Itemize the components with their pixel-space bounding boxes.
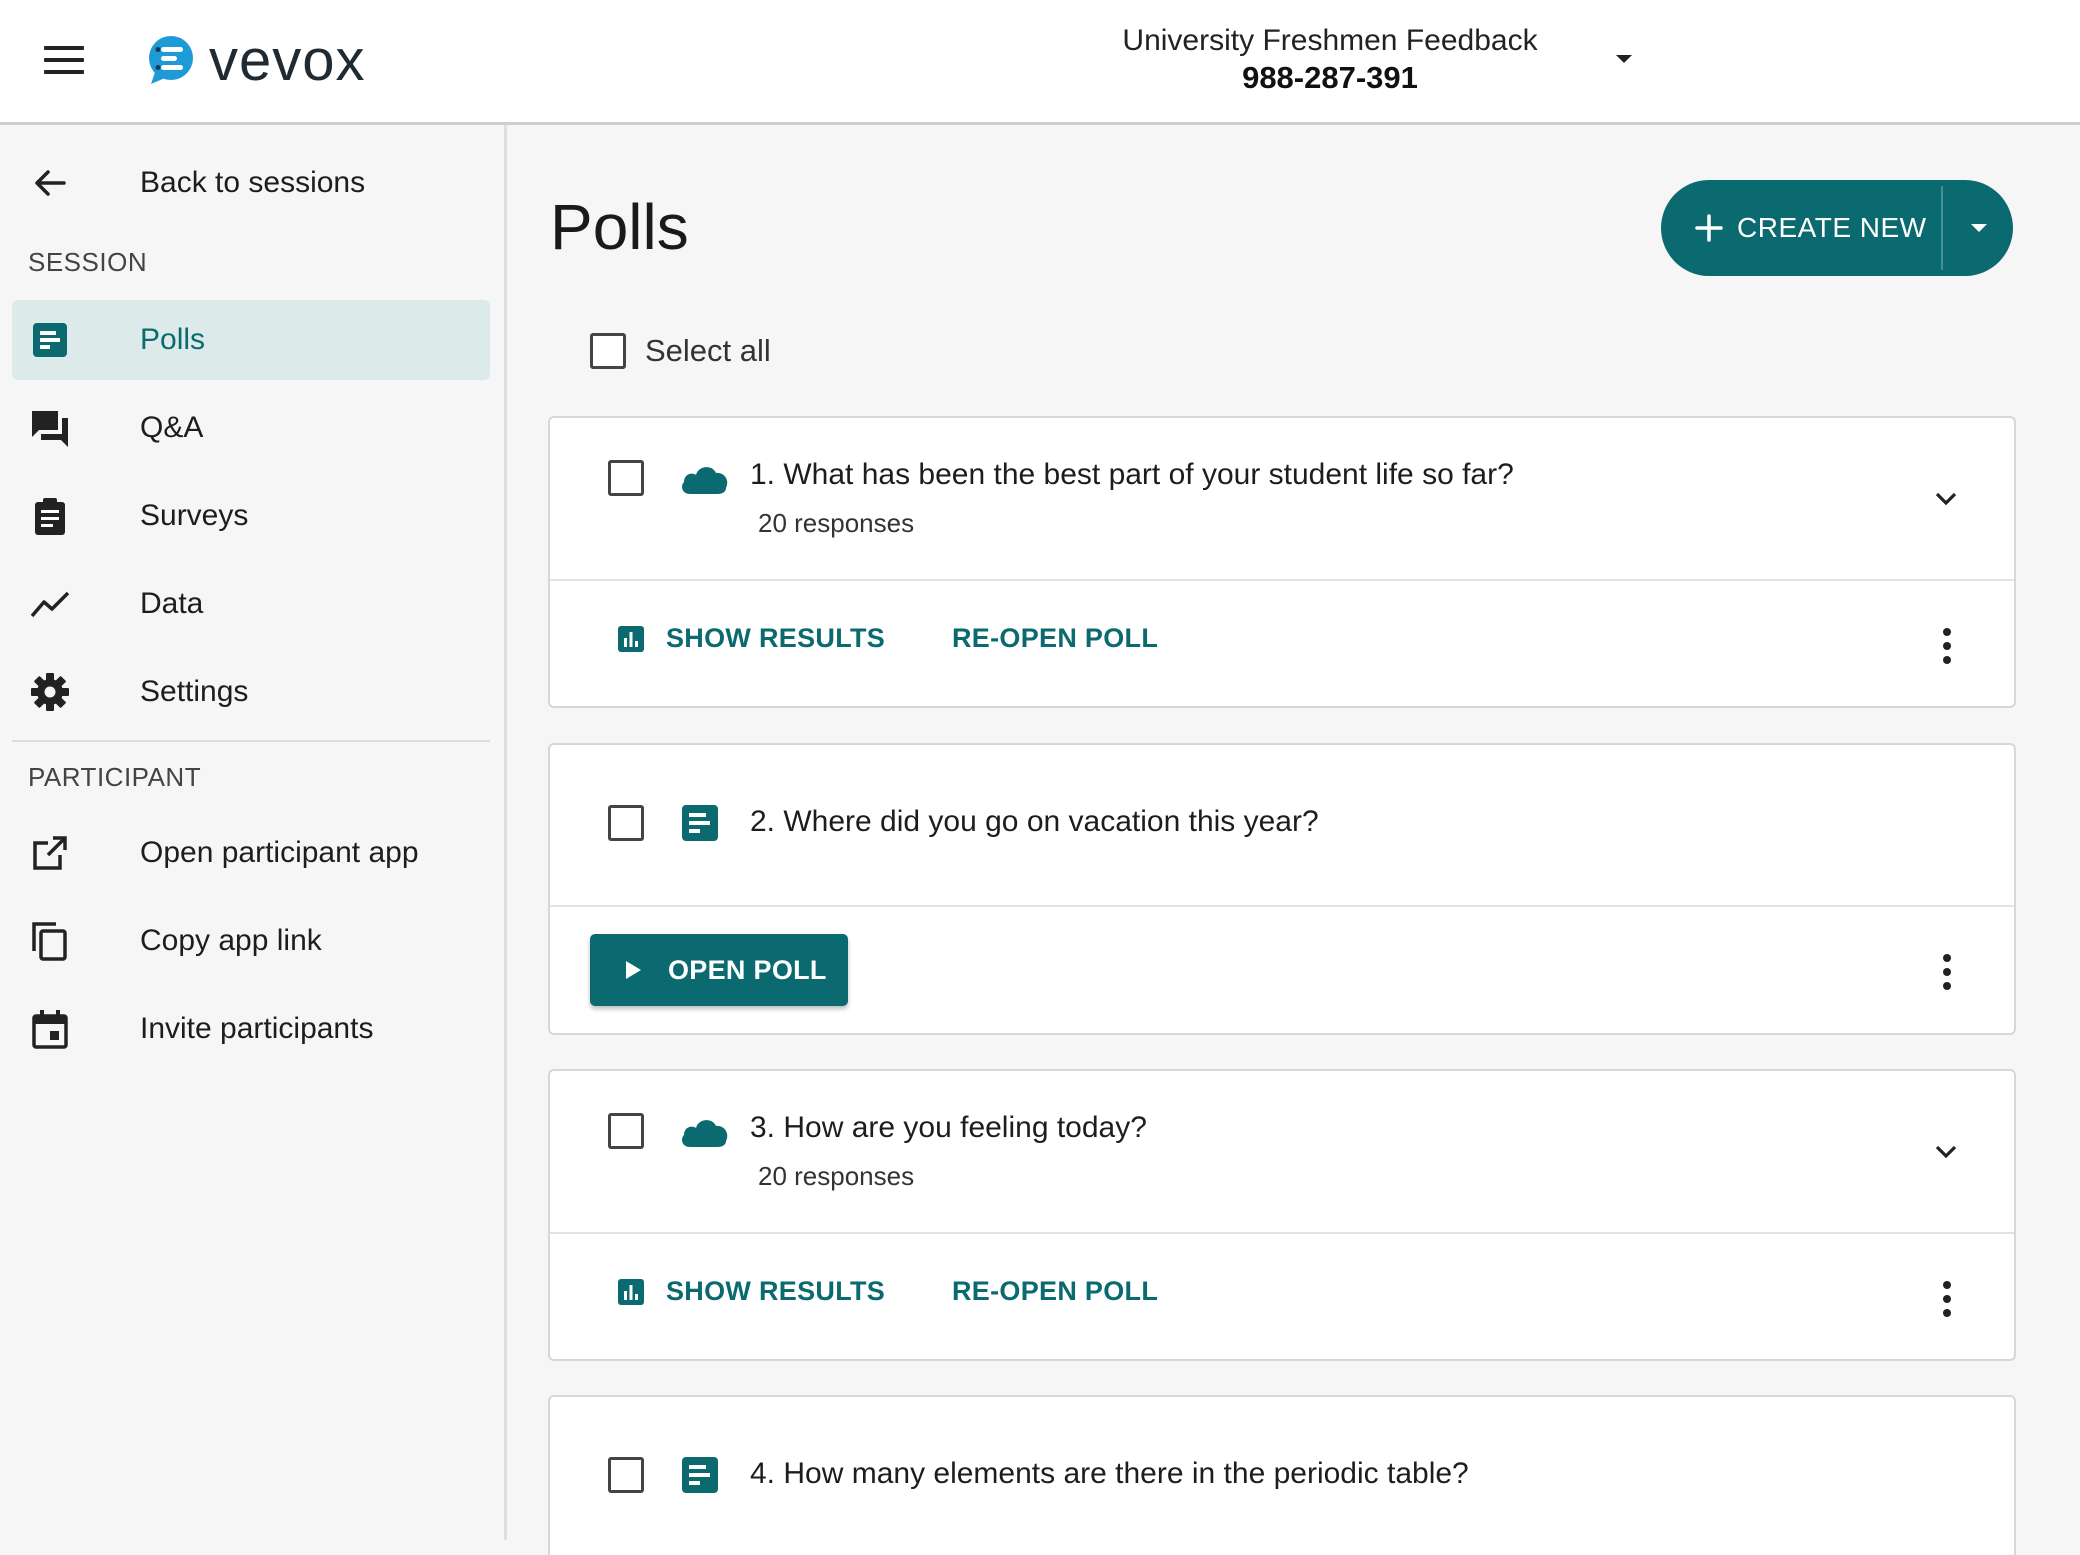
sidebar-item-invite-participants[interactable]: Invite participants [12, 989, 490, 1069]
sidebar-item-qa[interactable]: Q&A [12, 388, 490, 468]
select-all-checkbox[interactable] [590, 333, 626, 369]
bar-chart-icon [618, 625, 644, 652]
session-title: University Freshmen Feedback [1122, 24, 1538, 57]
sidebar: Back to sessions SESSION Polls Q&A Surve… [0, 125, 507, 1540]
create-new-button[interactable]: CREATE NEW [1661, 180, 2013, 276]
create-new-dropdown-toggle[interactable] [1943, 180, 2013, 276]
open-poll-label: OPEN POLL [668, 954, 827, 985]
poll-card: 3. How are you feeling today? 20 respons… [548, 1069, 2016, 1361]
card-divider [550, 579, 2014, 581]
show-results-button[interactable]: SHOW RESULTS [618, 623, 885, 654]
gear-icon [31, 673, 69, 711]
menu-icon[interactable] [44, 46, 84, 76]
poll-checkbox[interactable] [608, 1457, 644, 1493]
sidebar-item-polls[interactable]: Polls [12, 300, 490, 380]
poll-card: 1. What has been the best part of your s… [548, 416, 2016, 708]
sidebar-item-label: Data [140, 587, 204, 620]
poll-title: 4. How many elements are there in the pe… [750, 1457, 1469, 1490]
sidebar-item-settings[interactable]: Settings [12, 652, 490, 732]
poll-title: 1. What has been the best part of your s… [750, 458, 1514, 491]
external-link-icon [33, 836, 67, 870]
text-poll-icon [682, 1457, 718, 1493]
copy-icon [32, 922, 67, 961]
sidebar-item-label: Surveys [140, 499, 249, 532]
more-options-icon[interactable] [1942, 1281, 1952, 1317]
section-label-session: SESSION [28, 247, 148, 277]
polls-icon [33, 323, 67, 357]
create-new-main[interactable]: CREATE NEW [1661, 180, 1941, 276]
calendar-icon [32, 1010, 68, 1049]
arrow-left-icon [35, 170, 66, 196]
poll-checkbox[interactable] [608, 1113, 644, 1149]
reopen-poll-button[interactable]: RE-OPEN POLL [952, 1276, 1158, 1307]
poll-checkbox[interactable] [608, 805, 644, 841]
sidebar-item-label: Open participant app [140, 836, 419, 869]
reopen-poll-label: RE-OPEN POLL [952, 1276, 1159, 1306]
reopen-poll-button[interactable]: RE-OPEN POLL [952, 623, 1158, 654]
sidebar-item-label: Copy app link [140, 924, 322, 957]
vevox-logo-icon [149, 36, 193, 84]
trend-icon [30, 591, 70, 618]
logo-wordmark: vevox [209, 27, 366, 93]
sidebar-item-surveys[interactable]: Surveys [12, 476, 490, 556]
chevron-down-icon[interactable] [1933, 1139, 1959, 1165]
select-all-label: Select all [645, 333, 771, 368]
poll-checkbox[interactable] [608, 460, 644, 496]
cloud-icon [682, 1120, 728, 1147]
poll-title: 2. Where did you go on vacation this yea… [750, 805, 1319, 838]
bar-chart-icon [618, 1278, 644, 1305]
session-code: 988-287-391 [1242, 60, 1418, 95]
poll-card: 2. Where did you go on vacation this yea… [548, 743, 2016, 1035]
sidebar-divider [12, 740, 490, 742]
cloud-icon [682, 467, 728, 494]
sidebar-item-open-participant-app[interactable]: Open participant app [12, 813, 490, 893]
back-to-sessions-link[interactable]: Back to sessions [12, 143, 490, 223]
open-poll-button[interactable]: OPEN POLL [590, 934, 848, 1006]
session-switcher[interactable]: University Freshmen Feedback 988-287-391 [1080, 22, 1660, 102]
poll-responses: 20 responses [758, 508, 915, 538]
sidebar-item-label: Settings [140, 675, 249, 708]
show-results-label: SHOW RESULTS [666, 1276, 886, 1306]
vevox-logo[interactable]: vevox [145, 28, 366, 93]
create-new-label: CREATE NEW [1737, 212, 1927, 243]
poll-responses: 20 responses [758, 1161, 915, 1191]
sidebar-item-data[interactable]: Data [12, 564, 490, 644]
text-poll-icon [682, 805, 718, 841]
qa-icon [32, 411, 68, 447]
poll-title: 3. How are you feeling today? [750, 1111, 1147, 1144]
plus-icon [1695, 214, 1723, 242]
back-label: Back to sessions [140, 166, 366, 199]
page-title: Polls [550, 191, 689, 263]
top-bar: vevox University Freshmen Feedback 988-2… [0, 0, 2080, 125]
clipboard-icon [35, 498, 65, 535]
reopen-poll-label: RE-OPEN POLL [952, 623, 1159, 653]
poll-card: 4. How many elements are there in the pe… [548, 1395, 2016, 1555]
sidebar-item-copy-app-link[interactable]: Copy app link [12, 901, 490, 981]
more-options-icon[interactable] [1942, 628, 1952, 664]
main-content: Polls CREATE NEW Select all 1. What has … [510, 128, 2080, 1555]
sidebar-item-label: Polls [140, 323, 206, 356]
section-label-participant: PARTICIPANT [28, 762, 202, 792]
play-icon [626, 961, 641, 979]
card-divider [550, 905, 2014, 907]
caret-down-icon [1616, 55, 1632, 63]
card-divider [550, 1232, 2014, 1234]
sidebar-item-label: Q&A [140, 411, 204, 444]
chevron-down-icon[interactable] [1933, 486, 1959, 512]
show-results-button[interactable]: SHOW RESULTS [618, 1276, 885, 1307]
show-results-label: SHOW RESULTS [666, 623, 886, 653]
more-options-icon[interactable] [1942, 954, 1952, 990]
sidebar-item-label: Invite participants [140, 1012, 374, 1045]
